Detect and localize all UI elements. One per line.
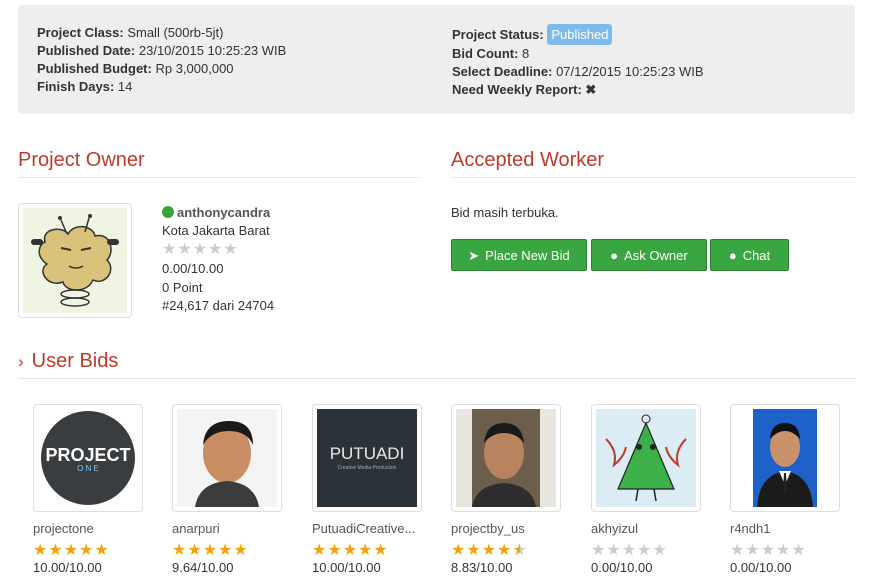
bid-rating-stars: ★★★★★ (172, 542, 249, 559)
project-info-left: Project Class: Small (500rb-5jt) Publish… (37, 24, 286, 96)
bid-avatar-image (456, 409, 556, 507)
bid-score: 9.64/10.00 (172, 560, 234, 575)
bid-username-link[interactable]: anarpuri (172, 521, 282, 536)
bid-card: anarpuri ★★★★★ 9.64/10.00 (172, 404, 282, 575)
comment-icon: ● (610, 248, 619, 263)
putuadi-logo: PUTUADI Creative Media Production (317, 409, 417, 507)
bid-rating-stars: ★★★★★ (591, 542, 668, 559)
bid-open-message: Bid masih terbuka. (451, 205, 559, 220)
bid-rating-stars: ★★★★★ (730, 542, 807, 559)
ask-owner-button[interactable]: ● Ask Owner (591, 239, 707, 271)
r4ndh1-photo (735, 409, 835, 507)
akhyizul-drawing (596, 409, 696, 507)
select-deadline-value: 07/12/2015 10:25:23 WIB (556, 64, 704, 79)
bid-username-link[interactable]: akhyizul (591, 521, 701, 536)
bid-avatar[interactable] (451, 404, 561, 512)
published-date-label: Published Date: (37, 43, 136, 58)
bid-avatar[interactable] (172, 404, 282, 512)
published-budget-value: Rp 3,000,000 (155, 61, 234, 76)
owner-points: 0 Point (162, 279, 203, 295)
bid-avatar-image (735, 409, 835, 507)
owner-rank: #24,617 dari 24704 (162, 297, 275, 313)
divider (451, 177, 855, 178)
project-info-panel: Project Class: Small (500rb-5jt) Publish… (18, 5, 855, 114)
bid-card: r4ndh1 ★★★★★ 0.00/10.00 (730, 404, 840, 575)
bid-rating-stars: ★★★★★ (33, 542, 110, 559)
chevron-right-icon: › (18, 352, 24, 371)
owner-avatar[interactable] (18, 203, 132, 318)
comments-icon: ● (728, 248, 737, 263)
times-icon: ✖ (585, 82, 597, 97)
bid-count-value: 8 (522, 46, 530, 61)
divider (18, 177, 420, 178)
user-bids-label: User Bids (31, 350, 119, 372)
bid-rating-stars: ★★★★★ (312, 542, 389, 559)
published-budget-label: Published Budget: (37, 61, 152, 76)
bid-score: 10.00/10.00 (312, 560, 381, 575)
paper-plane-icon: ➤ (468, 248, 480, 263)
bid-username-link[interactable]: projectone (33, 521, 143, 536)
bid-username-link[interactable]: r4ndh1 (730, 521, 840, 536)
bid-score: 0.00/10.00 (730, 560, 792, 575)
bid-card: PUTUADI Creative Media Production Putuad… (312, 404, 422, 575)
owner-location: Kota Jakarta Barat (162, 223, 270, 239)
ask-owner-label: Ask Owner (624, 248, 688, 263)
bid-count-label: Bid Count: (452, 46, 519, 61)
svg-text:O N E: O N E (77, 464, 99, 473)
star-icon: ★ (162, 241, 178, 259)
bid-card: projectby_us ★★★★★ 8.83/10.00 (451, 404, 561, 575)
svg-text:PUTUADI: PUTUADI (330, 444, 405, 463)
chat-label: Chat (742, 248, 771, 263)
projectby-us-photo (456, 409, 556, 507)
divider (18, 378, 855, 379)
owner-username-link[interactable]: anthonycandra (177, 205, 270, 220)
published-date-value: 23/10/2015 10:25:23 WIB (138, 43, 287, 58)
online-status-icon (162, 206, 174, 218)
weekly-report-label: Need Weekly Report: (452, 82, 582, 97)
user-bids-title: › User Bids (18, 350, 118, 373)
bid-avatar-image: PROJECT O N E (38, 409, 138, 507)
bid-rating-stars: ★★★★★ (451, 542, 528, 559)
owner-rating-stars: ★★★★★ (162, 242, 274, 258)
bid-score: 10.00/10.00 (33, 560, 102, 575)
place-new-bid-label: Place New Bid (485, 248, 570, 263)
bid-avatar[interactable]: PROJECT O N E (33, 404, 143, 512)
owner-score: 0.00/10.00 (162, 261, 224, 277)
accepted-worker-title: Accepted Worker (451, 149, 605, 171)
bid-avatar-image: PUTUADI Creative Media Production (317, 409, 417, 507)
projectone-logo: PROJECT O N E (38, 409, 138, 507)
owner-avatar-image (23, 208, 127, 313)
star-icon: ★ (208, 241, 224, 259)
bid-score: 0.00/10.00 (591, 560, 653, 575)
bid-score: 8.83/10.00 (451, 560, 513, 575)
finish-days-value: 14 (117, 79, 133, 94)
star-half-icon: ★ (512, 542, 528, 559)
project-class-value: Small (500rb-5jt) (127, 25, 224, 40)
star-icon: ★ (223, 241, 239, 259)
svg-text:Creative Media Production: Creative Media Production (338, 465, 397, 471)
bid-avatar-image (596, 409, 696, 507)
project-class-label: Project Class: (37, 25, 124, 40)
bid-card: PROJECT O N E projectone ★★★★★ 10.00/10.… (33, 404, 143, 575)
bid-avatar[interactable]: PUTUADI Creative Media Production (312, 404, 422, 512)
project-info-right: Project Status: Published Bid Count: 8 S… (452, 24, 704, 99)
anarpuri-photo (177, 409, 277, 507)
finish-days-label: Finish Days: (37, 79, 115, 94)
bid-avatar-image (177, 409, 277, 507)
bid-avatar[interactable] (730, 404, 840, 512)
svg-text:PROJECT: PROJECT (45, 445, 130, 465)
status-badge: Published (547, 24, 613, 45)
star-icon: ★ (177, 241, 193, 259)
place-new-bid-button[interactable]: ➤ Place New Bid (451, 239, 587, 271)
bid-card: akhyizul ★★★★★ 0.00/10.00 (591, 404, 701, 575)
bid-avatar[interactable] (591, 404, 701, 512)
star-icon: ★ (192, 241, 209, 259)
bid-username-link[interactable]: PutuadiCreative... (312, 521, 422, 536)
bid-username-link[interactable]: projectby_us (451, 521, 561, 536)
select-deadline-label: Select Deadline: (452, 64, 553, 79)
project-owner-title: Project Owner (18, 149, 145, 171)
project-status-label: Project Status: (452, 27, 544, 42)
chat-button[interactable]: ● Chat (710, 239, 789, 271)
owner-info: anthonycandra Kota Jakarta Barat ★★★★★ 0… (162, 204, 274, 315)
